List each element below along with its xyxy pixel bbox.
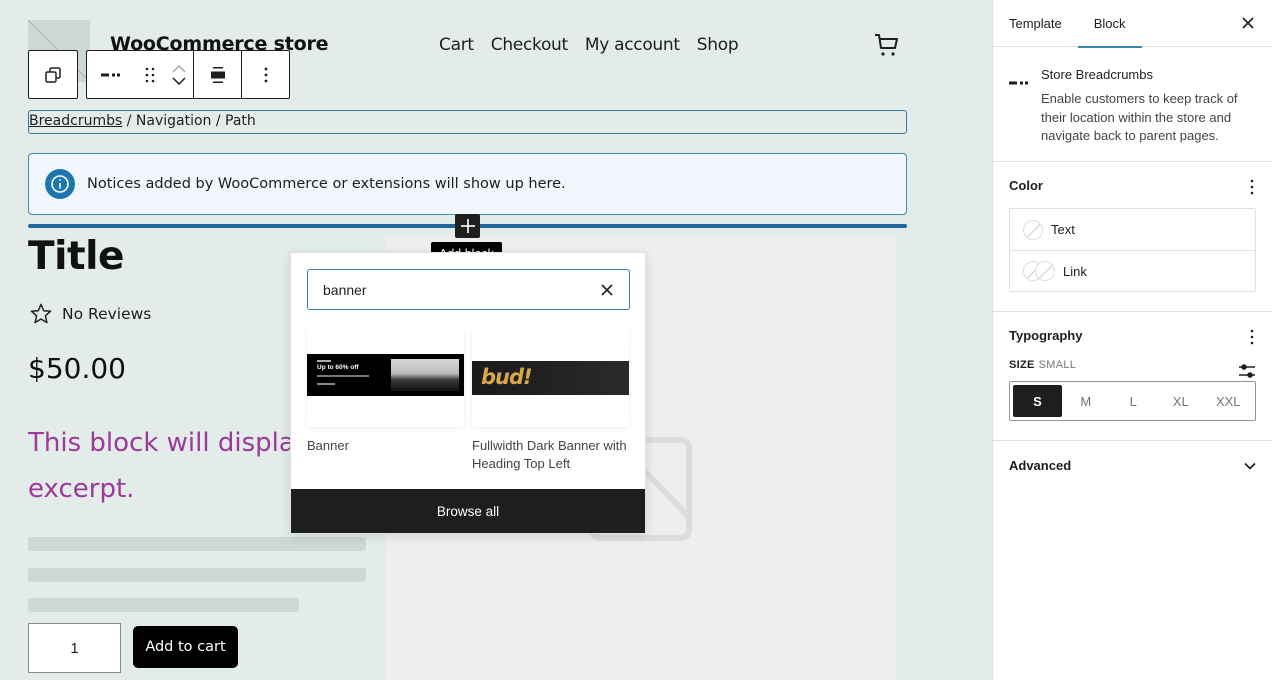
block-mover [165,51,193,98]
pattern-label: Banner [307,438,349,453]
tab-block[interactable]: Block [1077,0,1142,48]
banner-preview-image: Up to 60% off [307,354,464,396]
browse-all-button[interactable]: Browse all [291,489,645,533]
duplicate-icon [45,66,61,83]
color-swatch-pair-icon [1023,261,1055,281]
typography-panel-title: Typography [1009,328,1083,343]
star-icon [30,303,52,324]
cart-icon [875,34,898,56]
sidebar-tabs: Template Block [993,0,1272,48]
close-icon[interactable] [1240,15,1256,31]
product-price[interactable]: $50.00 [28,352,126,385]
info-icon [45,169,75,199]
quick-inserter-popover: Up to 60% off Banner bud! Fullwidth Dark… [290,252,646,534]
block-toolbar [28,50,290,99]
pattern-item-banner[interactable]: Up to 60% off Banner [307,329,464,455]
more-options-icon [264,67,267,82]
advanced-panel-toggle[interactable]: Advanced [993,441,1272,490]
product-title[interactable]: Title [28,234,124,279]
move-down-icon[interactable] [172,76,186,85]
color-item-link[interactable]: Link [1010,250,1255,291]
pattern-preview: bud! [472,329,629,427]
block-card: Store Breadcrumbs Enable customers to ke… [993,47,1272,162]
color-item-label: Link [1063,263,1087,279]
mini-cart-button[interactable] [872,32,900,58]
typography-panel: Typography SIZE SMALL S M L XL XXL [993,312,1272,441]
size-option-s[interactable]: S [1013,385,1062,417]
add-block-button[interactable] [455,214,480,238]
size-option-m[interactable]: M [1062,385,1110,417]
nav-item-cart[interactable]: Cart [439,35,474,55]
toolbar-group-parent [28,50,78,99]
nav-item-my-account[interactable]: My account [585,35,680,55]
block-card-title: Store Breadcrumbs [1041,67,1153,82]
drag-handle[interactable] [135,51,165,98]
color-settings-list: Text Link [1009,208,1256,292]
breadcrumbs-block-icon [1009,81,1028,85]
site-navigation: Cart Checkout My account Shop [439,35,739,55]
description-skeleton-line [28,537,366,551]
size-option-xl[interactable]: XL [1157,385,1205,417]
select-parent-button[interactable] [29,51,77,98]
color-panel: Color Text Link [993,162,1272,312]
clear-search-icon[interactable] [599,282,615,298]
color-item-text[interactable]: Text [1010,209,1255,250]
block-search-input[interactable] [323,281,599,298]
block-search-field [307,269,630,310]
notice-text: Notices added by WooCommerce or extensio… [87,176,566,192]
description-skeleton-line [28,598,299,612]
custom-size-settings-icon[interactable] [1238,363,1256,379]
block-card-description: Enable customers to keep track of their … [1041,91,1238,143]
pattern-item-fullwidth-dark-banner[interactable]: bud! Fullwidth Dark Banner with Heading … [472,329,629,473]
size-option-l[interactable]: L [1110,385,1158,417]
font-size-toggle-group: S M L XL XXL [1009,381,1256,421]
tab-template[interactable]: Template [993,0,1078,47]
editor-canvas: WooCommerce store Cart Checkout My accou… [0,0,992,680]
settings-sidebar: Template Block Store Breadcrumbs Enable … [992,0,1272,680]
breadcrumb-trail: / Navigation / Path [122,113,256,129]
banner-preview-image: bud! [472,361,629,395]
typography-options-icon[interactable] [1250,329,1254,345]
add-to-cart-button[interactable]: Add to cart [133,626,238,668]
more-options-button[interactable] [241,51,289,98]
breadcrumbs-block-icon [101,73,120,76]
pattern-preview: Up to 60% off [307,329,464,427]
product-rating[interactable]: No Reviews [30,303,151,324]
nav-item-shop[interactable]: Shop [697,35,739,55]
drag-handle-icon [145,67,155,82]
description-skeleton-line [28,568,366,582]
chevron-down-icon [1244,462,1256,470]
plus-icon [460,219,475,233]
breadcrumb-link[interactable]: Breadcrumbs [29,113,122,129]
nav-item-checkout[interactable]: Checkout [491,35,568,55]
color-swatch-icon [1023,219,1043,240]
quantity-input[interactable]: 1 [28,623,121,673]
advanced-panel-title: Advanced [1009,458,1072,473]
color-options-icon[interactable] [1250,179,1254,195]
color-item-label: Text [1051,222,1075,237]
font-size-value: SMALL [1038,359,1077,371]
store-notices-block[interactable]: Notices added by WooCommerce or extensio… [28,153,907,215]
font-size-label: SIZE SMALL [1009,359,1077,371]
align-icon [210,66,225,83]
color-panel-title: Color [1009,178,1043,193]
reviews-text: No Reviews [62,304,152,323]
move-up-icon[interactable] [172,64,186,73]
size-option-xxl[interactable]: XXL [1205,385,1253,417]
store-breadcrumbs-block[interactable]: Breadcrumbs / Navigation / Path [28,110,907,134]
pattern-label: Fullwidth Dark Banner with Heading Top L… [472,438,627,471]
toolbar-group-block [86,50,290,99]
block-type-button[interactable] [87,51,135,98]
align-button[interactable] [193,51,241,98]
